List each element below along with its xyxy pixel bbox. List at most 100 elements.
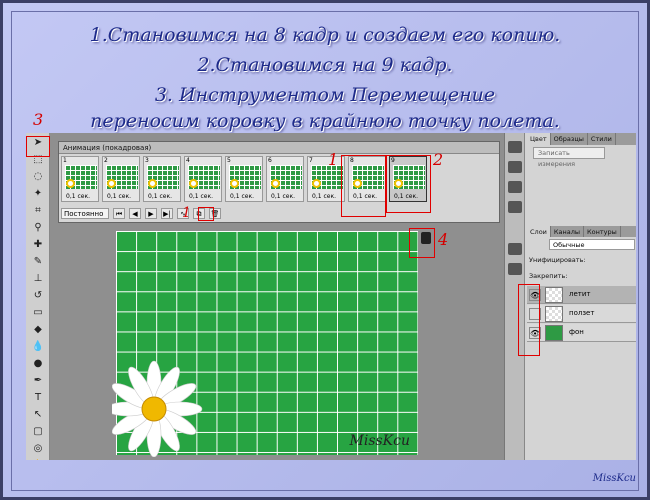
layer-row[interactable]: 👁 летит (527, 286, 636, 304)
animation-frame[interactable]: 3 0,1 сек. (143, 156, 181, 202)
frame-thumbnail (270, 165, 302, 189)
tab-swatches[interactable]: Образцы (551, 133, 588, 145)
canvas-watermark: MissKcu (349, 433, 411, 449)
frame-delay[interactable]: 0,1 сек. (148, 193, 172, 200)
layer-name: ползет (569, 309, 595, 317)
animation-frame[interactable]: 2 0,1 сек. (102, 156, 140, 202)
eyedropper-icon[interactable]: ⚲ (28, 221, 48, 235)
bucket-icon[interactable]: ◆ (28, 323, 48, 337)
navigator-panel-icon[interactable] (508, 181, 522, 193)
layer-thumbnail (545, 325, 563, 341)
loop-select[interactable]: Постоянно (61, 207, 109, 219)
frame-thumbnail (229, 165, 261, 189)
tab-channels[interactable]: Каналы (551, 226, 585, 237)
history-brush-icon[interactable]: ↺ (28, 289, 48, 303)
play-icon[interactable]: ▶ (145, 207, 157, 219)
tab-paths[interactable]: Контуры (584, 226, 621, 237)
daisy-thumb-icon (107, 179, 116, 188)
ladybug-highlight (409, 228, 435, 258)
frame-number: 7 (309, 157, 313, 164)
eraser-icon[interactable]: ▭ (28, 306, 48, 320)
frame-thumbnail (147, 165, 179, 189)
frame-number: 4 (186, 157, 190, 164)
layer-row[interactable]: 👁 фон (527, 324, 636, 342)
shape-tool-icon[interactable]: ▢ (28, 425, 48, 439)
crop-tool-icon[interactable]: ⌗ (28, 204, 48, 218)
blend-mode-select[interactable]: Обычные (549, 239, 635, 250)
step-4-marker: 4 (438, 230, 449, 249)
animation-frame[interactable]: 4 0,1 сек. (184, 156, 222, 202)
frame-delay[interactable]: 0,1 сек. (312, 193, 336, 200)
frame-9-highlight (386, 155, 431, 213)
paragraph-panel-icon[interactable] (508, 263, 522, 275)
toolbar: ➤ ⬚ ◌ ✦ ⌗ ⚲ ✚ ✎ ⊥ ↺ ▭ ◆ 💧 ● ✒ T ↖ ▢ ◎ ✋ (26, 133, 50, 460)
frame-number: 1 (63, 157, 67, 164)
frame-number: 5 (227, 157, 231, 164)
instruction-line-1: 1.Становимся на 8 кадр и создаем его коп… (89, 24, 561, 46)
tab-color[interactable]: Цвет (527, 133, 551, 145)
frame-delay[interactable]: 0,1 сек. (189, 193, 213, 200)
document-canvas[interactable]: MissKcu (112, 231, 418, 457)
layer-row[interactable]: ползет (527, 305, 636, 323)
animation-frame[interactable]: 5 0,1 сек. (225, 156, 263, 202)
healing-brush-icon[interactable]: ✚ (28, 238, 48, 252)
daisy-thumb-icon (66, 179, 75, 188)
daisy-thumb-icon (230, 179, 239, 188)
frame-thumbnail (106, 165, 138, 189)
instruction-line-2: 2.Становимся на 9 кадр. (197, 54, 453, 76)
frame-number: 3 (145, 157, 149, 164)
animation-frame[interactable]: 7 0,1 сек. (307, 156, 345, 202)
lock-label: Закрепить: (529, 272, 568, 280)
daisy-thumb-icon (148, 179, 157, 188)
prev-frame-icon[interactable]: ◀ (129, 207, 141, 219)
3d-tool-icon[interactable]: ◎ (28, 442, 48, 456)
frame-delay[interactable]: 0,1 сек. (107, 193, 131, 200)
instruction-line-3: 3. Инструментом Перемещение (154, 84, 496, 106)
photoshop-window: ➤ ⬚ ◌ ✦ ⌗ ⚲ ✚ ✎ ⊥ ↺ ▭ ◆ 💧 ● ✒ T ↖ ▢ ◎ ✋ … (26, 133, 636, 460)
layers-panel-tabs: Слои Каналы Контуры (527, 226, 636, 237)
unify-label: Унифицировать: (529, 256, 586, 264)
frame-thumbnail (311, 165, 343, 189)
dodge-tool-icon[interactable]: ● (28, 357, 48, 371)
record-measurements-button[interactable]: Записать измерения (533, 147, 605, 168)
type-tool-icon[interactable]: T (28, 391, 48, 405)
character-panel-icon[interactable] (508, 243, 522, 255)
history-panel-icon[interactable] (508, 141, 522, 153)
tab-layers[interactable]: Слои (527, 226, 551, 237)
step-1-marker: 1 (328, 150, 339, 169)
frame-delay[interactable]: 0,1 сек. (230, 193, 254, 200)
blur-tool-icon[interactable]: 💧 (28, 340, 48, 354)
next-frame-icon[interactable]: ▶| (161, 207, 173, 219)
animation-controls: Постоянно ⏮ ◀ ▶ ▶| ∿ ⧉ 🗑 (61, 206, 497, 220)
daisy-thumb-icon (271, 179, 280, 188)
stamp-tool-icon[interactable]: ⊥ (28, 272, 48, 286)
frame-number: 2 (104, 157, 108, 164)
layer-name: фон (569, 328, 584, 336)
animation-frame[interactable]: 6 0,1 сек. (266, 156, 304, 202)
move-tool-highlight (26, 136, 50, 157)
first-frame-icon[interactable]: ⏮ (113, 207, 125, 219)
tab-styles[interactable]: Стили (588, 133, 616, 145)
layer-thumbnail (545, 306, 563, 322)
layer-name: летит (569, 290, 591, 298)
animation-frame[interactable]: 1 0,1 сек. (61, 156, 99, 202)
actions-panel-icon[interactable] (508, 161, 522, 173)
brush-tool-icon[interactable]: ✎ (28, 255, 48, 269)
layer-thumbnail (545, 287, 563, 303)
duplicate-frame-highlight (198, 207, 214, 221)
magic-wand-icon[interactable]: ✦ (28, 187, 48, 201)
frame-delay[interactable]: 0,1 сек. (66, 193, 90, 200)
info-panel-icon[interactable] (508, 201, 522, 213)
daisy-thumb-icon (189, 179, 198, 188)
daisy-image (112, 360, 203, 457)
pen-tool-icon[interactable]: ✒ (28, 374, 48, 388)
visibility-highlight (518, 284, 540, 356)
step-1b-marker: 1 (182, 205, 191, 221)
daisy-thumb-icon (312, 179, 321, 188)
lasso-tool-icon[interactable]: ◌ (28, 170, 48, 184)
footer-signature: MissKcu (592, 473, 636, 484)
path-select-icon[interactable]: ↖ (28, 408, 48, 422)
hand-tool-icon[interactable]: ✋ (28, 459, 48, 460)
frame-delay[interactable]: 0,1 сек. (271, 193, 295, 200)
frame-number: 6 (268, 157, 272, 164)
